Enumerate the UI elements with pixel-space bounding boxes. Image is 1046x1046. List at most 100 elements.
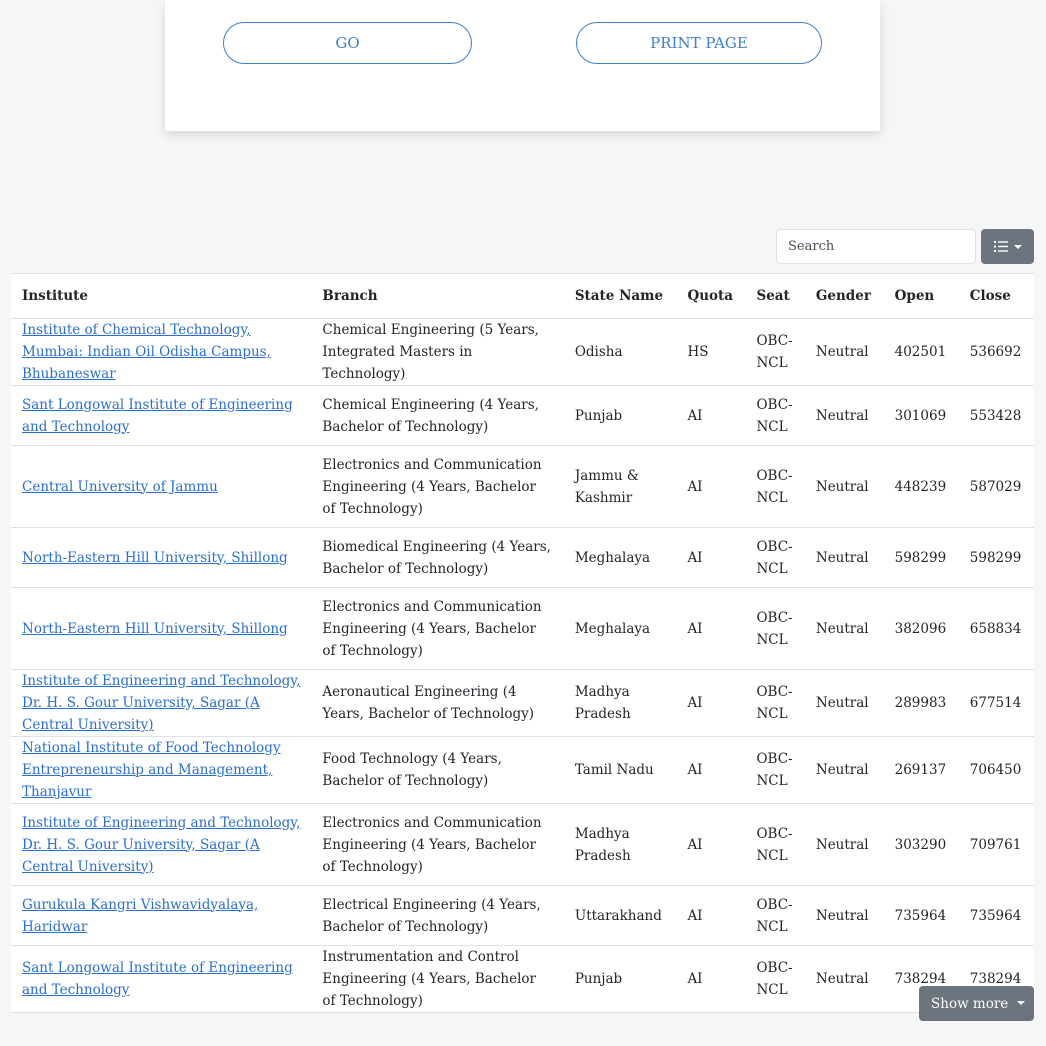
close-rank-cell: 709761 xyxy=(958,803,1034,886)
show-more-button[interactable]: Show more xyxy=(919,986,1034,1021)
branch-cell: Electrical Engineering (4 Years, Bachelo… xyxy=(311,885,564,946)
institute-link[interactable]: Institute of Chemical Technology, Mumbai… xyxy=(22,322,271,382)
close-rank-cell: 735964 xyxy=(958,885,1034,946)
gender-cell: Neutral xyxy=(804,669,884,737)
gender-cell: Neutral xyxy=(804,587,884,670)
state-cell: Madhya Pradesh xyxy=(563,669,677,737)
gender-cell: Neutral xyxy=(804,385,884,446)
table-row: National Institute of Food Technology En… xyxy=(11,736,1034,804)
caret-down-icon[interactable] xyxy=(1017,1001,1025,1005)
state-cell: Madhya Pradesh xyxy=(563,803,677,886)
columns-toggle-button[interactable] xyxy=(981,229,1034,264)
quota-cell: AI xyxy=(676,445,746,528)
branch-cell: Food Technology (4 Years, Bachelor of Te… xyxy=(311,736,564,804)
header-open[interactable]: Open xyxy=(883,273,959,319)
quota-cell: AI xyxy=(676,803,746,886)
institute-link[interactable]: Sant Longowal Institute of Engineering a… xyxy=(22,960,293,998)
institute-link[interactable]: Institute of Engineering and Technology,… xyxy=(22,673,300,733)
table-row: Central University of Jammu Electronics … xyxy=(11,445,1034,528)
quota-cell: AI xyxy=(676,945,746,1013)
header-branch[interactable]: Branch xyxy=(311,273,564,319)
institute-cell: Institute of Chemical Technology, Mumbai… xyxy=(11,318,312,386)
list-icon xyxy=(993,241,1008,252)
open-rank-cell: 289983 xyxy=(883,669,959,737)
branch-cell: Chemical Engineering (4 Years, Bachelor … xyxy=(311,385,564,446)
institute-link[interactable]: National Institute of Food Technology En… xyxy=(22,740,281,800)
quota-cell: AI xyxy=(676,527,746,588)
header-seat[interactable]: Seat xyxy=(745,273,805,319)
institute-cell: North-Eastern Hill University, Shillong xyxy=(11,587,312,670)
close-rank-cell: 677514 xyxy=(958,669,1034,737)
chevron-down-icon xyxy=(1013,244,1022,249)
institute-cell: Sant Longowal Institute of Engineering a… xyxy=(11,385,312,446)
header-close[interactable]: Close xyxy=(958,273,1034,319)
close-rank-cell: 553428 xyxy=(958,385,1034,446)
table-row: Sant Longowal Institute of Engineering a… xyxy=(11,385,1034,446)
table-row: Sant Longowal Institute of Engineering a… xyxy=(11,945,1034,1013)
branch-cell: Electronics and Communication Engineerin… xyxy=(311,445,564,528)
branch-cell: Aeronautical Engineering (4 Years, Bache… xyxy=(311,669,564,737)
filter-card: GO PRINT PAGE xyxy=(165,0,880,131)
header-state-name[interactable]: State Name xyxy=(563,273,677,319)
table-row: Institute of Engineering and Technology,… xyxy=(11,669,1034,737)
branch-cell: Electronics and Communication Engineerin… xyxy=(311,587,564,670)
institute-link[interactable]: Institute of Engineering and Technology,… xyxy=(22,815,300,875)
header-quota[interactable]: Quota xyxy=(676,273,746,319)
open-rank-cell: 735964 xyxy=(883,885,959,946)
table-row: Institute of Chemical Technology, Mumbai… xyxy=(11,318,1034,386)
seat-cell: OBC-NCL xyxy=(745,587,805,670)
seat-cell: OBC-NCL xyxy=(745,736,805,804)
open-rank-cell: 269137 xyxy=(883,736,959,804)
branch-cell: Biomedical Engineering (4 Years, Bachelo… xyxy=(311,527,564,588)
gender-cell: Neutral xyxy=(804,445,884,528)
header-institute[interactable]: Institute xyxy=(11,273,312,319)
results-table: Institute Branch State Name Quota Seat G… xyxy=(11,273,1034,1013)
seat-cell: OBC-NCL xyxy=(745,669,805,737)
gender-cell: Neutral xyxy=(804,803,884,886)
table-row: North-Eastern Hill University, Shillong … xyxy=(11,527,1034,588)
institute-cell: Institute of Engineering and Technology,… xyxy=(11,803,312,886)
seat-cell: OBC-NCL xyxy=(745,803,805,886)
quota-cell: AI xyxy=(676,885,746,946)
seat-cell: OBC-NCL xyxy=(745,318,805,386)
institute-link[interactable]: Sant Longowal Institute of Engineering a… xyxy=(22,397,293,435)
institute-link[interactable]: North-Eastern Hill University, Shillong xyxy=(22,550,288,566)
table-header-row: Institute Branch State Name Quota Seat G… xyxy=(11,273,1034,319)
close-rank-cell: 587029 xyxy=(958,445,1034,528)
print-page-button[interactable]: PRINT PAGE xyxy=(576,22,822,64)
quota-cell: AI xyxy=(676,587,746,670)
close-rank-cell: 658834 xyxy=(958,587,1034,670)
state-cell: Punjab xyxy=(563,385,677,446)
seat-cell: OBC-NCL xyxy=(745,885,805,946)
state-cell: Odisha xyxy=(563,318,677,386)
table-row: Gurukula Kangri Vishwavidyalaya, Haridwa… xyxy=(11,885,1034,946)
state-cell: Punjab xyxy=(563,945,677,1013)
search-input[interactable] xyxy=(776,229,976,264)
institute-link[interactable]: Central University of Jammu xyxy=(22,479,218,495)
institute-cell: Institute of Engineering and Technology,… xyxy=(11,669,312,737)
gender-cell: Neutral xyxy=(804,736,884,804)
gender-cell: Neutral xyxy=(804,527,884,588)
state-cell: Meghalaya xyxy=(563,527,677,588)
close-rank-cell: 598299 xyxy=(958,527,1034,588)
gender-cell: Neutral xyxy=(804,885,884,946)
quota-cell: AI xyxy=(676,669,746,737)
close-rank-cell: 706450 xyxy=(958,736,1034,804)
state-cell: Jammu & Kashmir xyxy=(563,445,677,528)
institute-link[interactable]: Gurukula Kangri Vishwavidyalaya, Haridwa… xyxy=(22,897,258,935)
institute-link[interactable]: North-Eastern Hill University, Shillong xyxy=(22,621,288,637)
open-rank-cell: 448239 xyxy=(883,445,959,528)
go-button[interactable]: GO xyxy=(223,22,472,64)
state-cell: Tamil Nadu xyxy=(563,736,677,804)
open-rank-cell: 402501 xyxy=(883,318,959,386)
institute-cell: North-Eastern Hill University, Shillong xyxy=(11,527,312,588)
branch-cell: Instrumentation and Control Engineering … xyxy=(311,945,564,1013)
seat-cell: OBC-NCL xyxy=(745,445,805,528)
branch-cell: Electronics and Communication Engineerin… xyxy=(311,803,564,886)
open-rank-cell: 382096 xyxy=(883,587,959,670)
branch-cell: Chemical Engineering (5 Years, Integrate… xyxy=(311,318,564,386)
header-gender[interactable]: Gender xyxy=(804,273,884,319)
institute-cell: National Institute of Food Technology En… xyxy=(11,736,312,804)
gender-cell: Neutral xyxy=(804,945,884,1013)
institute-cell: Sant Longowal Institute of Engineering a… xyxy=(11,945,312,1013)
